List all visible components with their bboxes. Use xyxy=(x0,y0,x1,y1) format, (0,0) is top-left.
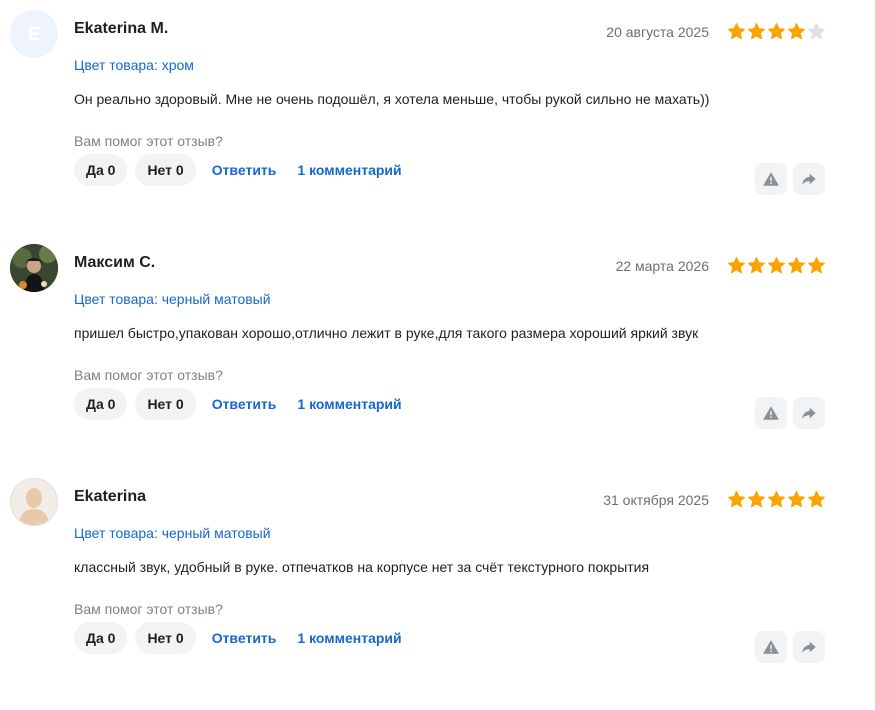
helpful-yes-button[interactable]: Да 0 xyxy=(74,154,128,186)
helpful-no-button[interactable]: Нет 0 xyxy=(135,388,196,420)
share-arrow-icon xyxy=(802,641,816,653)
review-actions: Да 0 Нет 0 Ответить 1 комментарий xyxy=(74,388,415,420)
review-card: E Ekaterina M. 20 августа 2025 Цвет това… xyxy=(0,0,875,230)
share-arrow-icon xyxy=(802,173,816,185)
star-filled-icon xyxy=(788,23,805,40)
rating-stars xyxy=(727,490,826,509)
helpful-yes-button[interactable]: Да 0 xyxy=(74,388,128,420)
star-filled-icon xyxy=(768,257,785,274)
star-filled-icon xyxy=(728,257,745,274)
review-date: 31 октября 2025 xyxy=(603,492,709,508)
comments-link[interactable]: 1 комментарий xyxy=(297,630,401,646)
default-user-icon xyxy=(11,479,57,525)
share-button[interactable] xyxy=(793,397,825,429)
product-variant: Цвет товара: черный матовый xyxy=(74,291,271,307)
star-filled-icon xyxy=(768,491,785,508)
star-filled-icon xyxy=(788,491,805,508)
share-button[interactable] xyxy=(793,163,825,195)
star-filled-icon xyxy=(728,23,745,40)
review-text: Он реально здоровый. Мне не очень подошё… xyxy=(74,91,710,107)
comments-link[interactable]: 1 комментарий xyxy=(297,396,401,412)
review-author: Максим С. xyxy=(74,254,156,271)
warning-triangle-icon xyxy=(763,640,779,654)
helpful-question: Вам помог этот отзыв? xyxy=(74,367,223,383)
share-button[interactable] xyxy=(793,631,825,663)
user-photo-icon xyxy=(10,244,58,292)
helpful-question: Вам помог этот отзыв? xyxy=(74,133,223,149)
warning-triangle-icon xyxy=(763,172,779,186)
reply-link[interactable]: Ответить xyxy=(212,162,277,178)
avatar xyxy=(10,244,58,292)
review-date: 22 марта 2026 xyxy=(615,258,709,274)
helpful-yes-button[interactable]: Да 0 xyxy=(74,622,128,654)
product-variant: Цвет товара: черный матовый xyxy=(74,525,271,541)
review-author: Ekaterina xyxy=(74,488,147,505)
star-filled-icon xyxy=(748,23,765,40)
rating-stars xyxy=(727,256,826,275)
star-filled-icon xyxy=(728,491,745,508)
review-card: Максим С. 22 марта 2026 Цвет товара: чер… xyxy=(0,234,875,464)
report-button[interactable] xyxy=(755,631,787,663)
helpful-no-button[interactable]: Нет 0 xyxy=(135,154,196,186)
review-text: пришел быстро,упакован хорошо,отлично ле… xyxy=(74,325,699,341)
report-button[interactable] xyxy=(755,163,787,195)
avatar: E xyxy=(10,10,58,58)
share-arrow-icon xyxy=(802,407,816,419)
star-filled-icon xyxy=(748,491,765,508)
warning-triangle-icon xyxy=(763,406,779,420)
helpful-no-button[interactable]: Нет 0 xyxy=(135,622,196,654)
star-filled-icon xyxy=(788,257,805,274)
helpful-question: Вам помог этот отзыв? xyxy=(74,601,223,617)
product-variant: Цвет товара: хром xyxy=(74,57,194,73)
avatar xyxy=(10,478,58,526)
review-actions: Да 0 Нет 0 Ответить 1 комментарий xyxy=(74,622,415,654)
star-filled-icon xyxy=(768,23,785,40)
comments-link[interactable]: 1 комментарий xyxy=(297,162,401,178)
star-empty-icon xyxy=(808,23,825,40)
star-filled-icon xyxy=(808,257,825,274)
avatar-letter: E xyxy=(27,23,40,44)
rating-stars xyxy=(727,22,826,41)
reply-link[interactable]: Ответить xyxy=(212,396,277,412)
star-filled-icon xyxy=(748,257,765,274)
review-actions: Да 0 Нет 0 Ответить 1 комментарий xyxy=(74,154,415,186)
review-card: Ekaterina 31 октября 2025 Цвет товара: ч… xyxy=(0,468,875,698)
report-button[interactable] xyxy=(755,397,787,429)
review-date: 20 августа 2025 xyxy=(606,24,709,40)
reply-link[interactable]: Ответить xyxy=(212,630,277,646)
review-author: Ekaterina M. xyxy=(74,20,169,37)
review-text: классный звук, удобный в руке. отпечатко… xyxy=(74,559,650,575)
star-filled-icon xyxy=(808,491,825,508)
